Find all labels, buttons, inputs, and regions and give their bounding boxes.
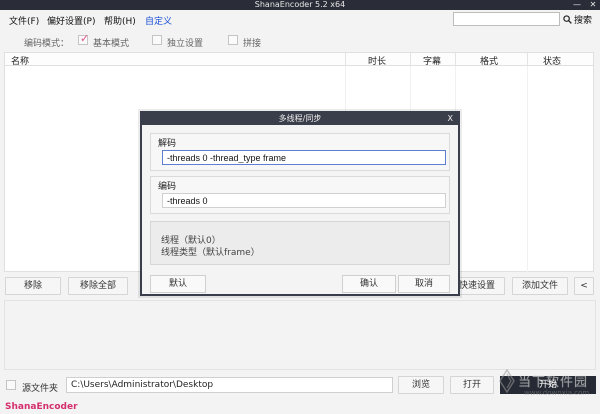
title-bar: ShanaEncoder 5.2 x64 — ✕: [0, 0, 600, 10]
start-button[interactable]: 开始: [500, 376, 596, 394]
encode-label: 编码: [158, 182, 177, 192]
threads-dialog: 多线程/同步 X 解码 编码 线程（默认0） 线程类型（默认frame） 默认 …: [140, 111, 460, 296]
search-input[interactable]: [453, 12, 560, 26]
open-folder-button[interactable]: 打开: [450, 376, 494, 394]
dialog-close-button[interactable]: X: [448, 113, 453, 125]
column-divider: [345, 53, 346, 65]
decode-args-input[interactable]: [162, 150, 446, 165]
dialog-cancel-button[interactable]: 取消: [398, 275, 450, 293]
encode-args-input[interactable]: [162, 193, 446, 208]
source-folder-label: 源文件夹: [22, 384, 59, 394]
window-title: ShanaEncoder 5.2 x64: [254, 0, 346, 9]
source-folder-checkbox[interactable]: [6, 380, 16, 390]
dialog-title: 多线程/同步: [142, 113, 458, 125]
independent-settings-checkbox[interactable]: [152, 35, 162, 45]
column-divider: [410, 53, 411, 65]
collapse-panel-button[interactable]: <: [574, 277, 594, 295]
checkmark-icon: ✓: [80, 32, 90, 45]
search-label: 搜索: [574, 16, 593, 26]
remove-button[interactable]: 移除: [5, 277, 61, 295]
search-button[interactable]: 搜索: [563, 13, 592, 26]
info-thread-type: 线程类型（默认frame）: [161, 248, 260, 258]
dialog-info-box: 线程（默认0） 线程类型（默认frame）: [150, 221, 450, 265]
column-guide: [527, 66, 528, 272]
concat-label: 拼接: [243, 39, 262, 49]
concat-checkbox[interactable]: [228, 35, 238, 45]
decode-group: 解码: [150, 133, 450, 171]
minimize-button[interactable]: —: [570, 0, 584, 10]
dialog-default-button[interactable]: 默认: [150, 275, 206, 293]
column-divider: [455, 53, 456, 65]
encode-mode-label: 编码模式：: [24, 39, 70, 49]
add-file-button[interactable]: 添加文件: [512, 277, 568, 295]
column-divider: [527, 53, 528, 65]
close-window-button[interactable]: ✕: [586, 0, 600, 10]
independent-settings-label: 独立设置: [167, 39, 204, 49]
brand-label: ShanaEncoder: [5, 402, 78, 412]
dialog-ok-button[interactable]: 确认: [342, 275, 396, 293]
search-icon: [563, 15, 572, 24]
menu-preferences[interactable]: 偏好设置(P): [47, 14, 95, 27]
output-path-field[interactable]: [66, 377, 393, 393]
remove-all-button[interactable]: 移除全部: [68, 277, 128, 295]
basic-mode-label: 基本模式: [93, 39, 130, 49]
decode-label: 解码: [158, 139, 177, 149]
menu-file[interactable]: 文件(F): [9, 14, 39, 27]
menu-help[interactable]: 帮助(H): [104, 14, 136, 27]
basic-mode-checkbox[interactable]: ✓: [78, 32, 90, 45]
browse-button[interactable]: 浏览: [398, 376, 444, 394]
encode-group: 编码: [150, 176, 450, 214]
menu-custom[interactable]: 自定义: [145, 14, 172, 27]
log-panel: [4, 300, 596, 370]
mode-bar: 编码模式： ✓ 基本模式 独立设置 拼接: [0, 30, 600, 50]
file-table-header: 名称 时长 字幕 格式 状态: [4, 52, 594, 67]
